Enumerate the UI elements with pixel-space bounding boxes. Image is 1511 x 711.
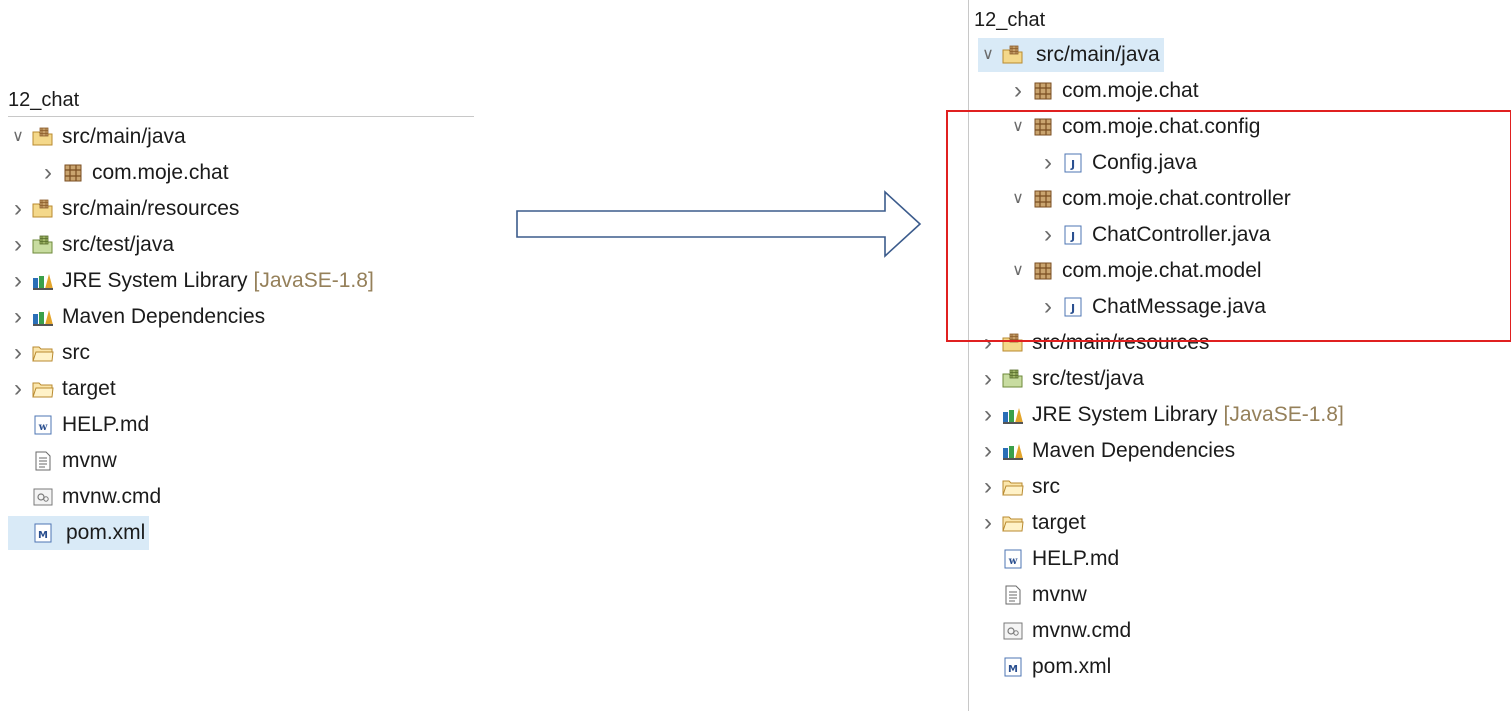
folder-icon <box>1002 512 1024 534</box>
chevron-right-icon[interactable]: › <box>978 362 998 396</box>
cmd-file-icon <box>32 486 54 508</box>
chevron-right-icon[interactable]: › <box>8 228 28 262</box>
tree-item-label: mvnw <box>1032 583 1087 606</box>
tree-item-decoration: [JavaSE-1.8] <box>253 269 374 292</box>
left-project-explorer: 12_chat ∨ src/main/java › com.moje.chat › src… <box>8 86 478 566</box>
panel-left-border <box>968 0 969 711</box>
source-folder-icon <box>1002 44 1024 66</box>
library-icon <box>1002 440 1024 462</box>
chevron-right-icon[interactable]: › <box>8 336 28 370</box>
tree-item[interactable]: ∨ src/main/java <box>978 38 1164 72</box>
tree-item[interactable]: › src <box>978 470 1060 504</box>
project-title: 12_chat <box>974 9 1046 31</box>
tree-item[interactable]: w HELP.md <box>8 408 149 442</box>
word-file-icon: w <box>1002 548 1024 570</box>
tree-item-label: JRE System Library <box>1032 403 1218 426</box>
tree-item-label: mvnw <box>62 449 117 472</box>
chevron-right-icon[interactable]: › <box>38 156 58 190</box>
maven-file-icon: M <box>1002 656 1024 678</box>
chevron-right-icon[interactable]: › <box>8 372 28 406</box>
tree-item-label: src <box>62 341 90 364</box>
text-file-icon <box>32 450 54 472</box>
svg-text:w: w <box>38 422 48 433</box>
tree-item-label: mvnw.cmd <box>62 485 162 508</box>
tree-item[interactable]: mvnw.cmd <box>8 480 161 514</box>
tree-item[interactable]: › Maven Dependencies <box>978 434 1235 468</box>
chevron-right-icon[interactable]: › <box>978 398 998 432</box>
tree-item[interactable]: › com.moje.chat <box>38 156 229 190</box>
tree-item-label: src/main/java <box>62 125 186 148</box>
tree-item-label: src/main/resources <box>62 197 240 220</box>
tree-item-label: com.moje.chat <box>1062 79 1199 102</box>
chevron-right-icon[interactable]: › <box>8 300 28 334</box>
tree-item[interactable]: mvnw <box>978 578 1087 612</box>
tree-item-label: HELP.md <box>62 413 150 436</box>
chevron-right-icon[interactable]: › <box>978 506 998 540</box>
tree-item-label: mvnw.cmd <box>1032 619 1132 642</box>
tree-item-label: HELP.md <box>1032 547 1120 570</box>
tree-item[interactable]: › JRE System Library [JavaSE-1.8] <box>8 264 374 298</box>
tree-item-label: src/test/java <box>1032 367 1145 390</box>
svg-text:w: w <box>1008 556 1018 567</box>
tree-item[interactable]: › target <box>978 506 1086 540</box>
tree-item[interactable]: › src/test/java <box>8 228 174 262</box>
tree-item[interactable]: w HELP.md <box>978 542 1119 576</box>
source-folder-icon <box>32 126 54 148</box>
tree-item-label: com.moje.chat <box>92 161 229 184</box>
maven-file-icon: M <box>32 522 54 544</box>
text-file-icon <box>1002 584 1024 606</box>
right-project-explorer: 12_chat ∨ src/main/java › com.moje.chat ∨ com… <box>968 0 1511 711</box>
tree-item-label: src/test/java <box>62 233 175 256</box>
word-file-icon: w <box>32 414 54 436</box>
tree-item-label: JRE System Library <box>62 269 248 292</box>
highlight-box <box>946 110 1511 342</box>
tree-item[interactable]: ∨ src/main/java <box>8 120 186 154</box>
svg-text:M: M <box>38 530 48 541</box>
tree-item-label: src/main/java <box>1036 43 1160 66</box>
folder-icon <box>1002 476 1024 498</box>
package-icon <box>62 162 84 184</box>
test-source-folder-icon <box>32 234 54 256</box>
tree-item[interactable]: Mpom.xml <box>8 516 150 550</box>
package-icon <box>1032 80 1054 102</box>
tree-item-label: target <box>1032 511 1086 534</box>
tree-item[interactable]: Mpom.xml <box>978 650 1111 684</box>
test-source-folder-icon <box>1002 368 1024 390</box>
library-icon <box>32 270 54 292</box>
source-folder-icon <box>32 198 54 220</box>
chevron-down-icon[interactable]: ∨ <box>978 38 998 72</box>
tree-item[interactable]: › src/test/java <box>978 362 1144 396</box>
folder-icon <box>32 342 54 364</box>
tree-item-label: pom.xml <box>66 521 146 544</box>
tree-item-decoration: [JavaSE-1.8] <box>1223 403 1344 426</box>
chevron-down-icon[interactable]: ∨ <box>8 120 28 154</box>
tree-item[interactable]: › src/main/resources <box>8 192 239 226</box>
project-title: 12_chat <box>8 89 80 111</box>
library-icon <box>32 306 54 328</box>
tree-item-label: pom.xml <box>1032 655 1112 678</box>
tree-item[interactable]: › Maven Dependencies <box>8 300 265 334</box>
chevron-right-icon[interactable]: › <box>8 192 28 226</box>
tree-item-label: target <box>62 377 116 400</box>
chevron-right-icon[interactable]: › <box>978 434 998 468</box>
tree-item[interactable]: mvnw.cmd <box>978 614 1131 648</box>
tree-item[interactable]: › JRE System Library [JavaSE-1.8] <box>978 398 1344 432</box>
svg-text:M: M <box>1008 664 1018 675</box>
library-icon <box>1002 404 1024 426</box>
tree-item-label: Maven Dependencies <box>1032 439 1236 462</box>
tree-item-label: Maven Dependencies <box>62 305 266 328</box>
tree-item[interactable]: mvnw <box>8 444 117 478</box>
tree-item[interactable]: › target <box>8 372 116 406</box>
chevron-right-icon[interactable]: › <box>8 264 28 298</box>
folder-icon <box>32 378 54 400</box>
cmd-file-icon <box>1002 620 1024 642</box>
tree-item-label: src <box>1032 475 1060 498</box>
tree-item[interactable]: › com.moje.chat <box>1008 74 1199 108</box>
chevron-right-icon[interactable]: › <box>978 470 998 504</box>
tree-item[interactable]: › src <box>8 336 90 370</box>
transition-arrow-icon <box>516 190 922 258</box>
chevron-right-icon[interactable]: › <box>1008 74 1028 108</box>
title-underline <box>8 116 474 117</box>
